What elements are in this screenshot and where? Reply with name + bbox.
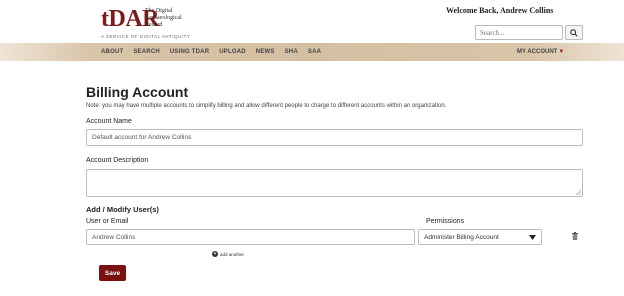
nav-about[interactable]: ABOUT (101, 49, 123, 55)
account-name-label: Account Name (86, 118, 132, 125)
nav-saa[interactable]: SAA (308, 49, 321, 55)
site-search (475, 25, 583, 40)
resize-handle-icon[interactable] (575, 189, 581, 195)
trash-icon[interactable] (572, 232, 578, 240)
my-account-label: MY ACCOUNT (517, 49, 558, 55)
my-account-menu[interactable]: MY ACCOUNT ▼ (517, 43, 564, 61)
nav-news[interactable]: NEWS (256, 49, 275, 55)
nav-items: ABOUT SEARCH USING TDAR UPLOAD NEWS SHA … (101, 43, 331, 61)
user-email-field[interactable]: Andrew Collins (86, 229, 415, 245)
users-section-heading: Add / Modify User(s) (86, 205, 159, 214)
add-another-label: add another (220, 251, 245, 257)
chevron-down-icon: ▼ (558, 49, 565, 55)
logo-tagline: A SERVICE OF DIGITAL ANTIQUITY (101, 34, 191, 39)
add-another-button[interactable]: + add another (212, 251, 244, 257)
permissions-value: Administer Billing Account (424, 233, 499, 241)
search-icon (570, 28, 578, 37)
welcome-message: Welcome Back, Andrew Collins (446, 6, 554, 15)
nav-upload[interactable]: UPLOAD (219, 49, 246, 55)
nav-search[interactable]: SEARCH (133, 49, 160, 55)
plus-circle-icon: + (212, 251, 218, 257)
nav-sha[interactable]: SHA (285, 49, 298, 55)
search-button[interactable] (565, 25, 583, 40)
logo-subtitle: The Digital Archaeological Record (145, 8, 182, 28)
main-nav: ABOUT SEARCH USING TDAR UPLOAD NEWS SHA … (0, 43, 624, 61)
account-description-label: Account Description (86, 157, 149, 164)
search-input[interactable] (475, 25, 563, 40)
user-email-label: User or Email (86, 218, 129, 225)
page-note: Note: you may have multiple accounts to … (86, 103, 447, 109)
dropdown-caret-icon (529, 234, 536, 240)
permissions-select[interactable]: Administer Billing Account (418, 229, 542, 245)
page-title: Billing Account (86, 84, 189, 100)
permissions-label: Permissions (426, 218, 465, 225)
account-name-field[interactable]: Default account for Andrew Collins (86, 129, 583, 146)
account-description-field[interactable] (86, 169, 583, 197)
site-header: tDAR The Digital Archaeological Record A… (0, 0, 624, 42)
nav-using-tdar[interactable]: USING TDAR (170, 49, 209, 55)
save-button[interactable]: Save (99, 265, 126, 281)
